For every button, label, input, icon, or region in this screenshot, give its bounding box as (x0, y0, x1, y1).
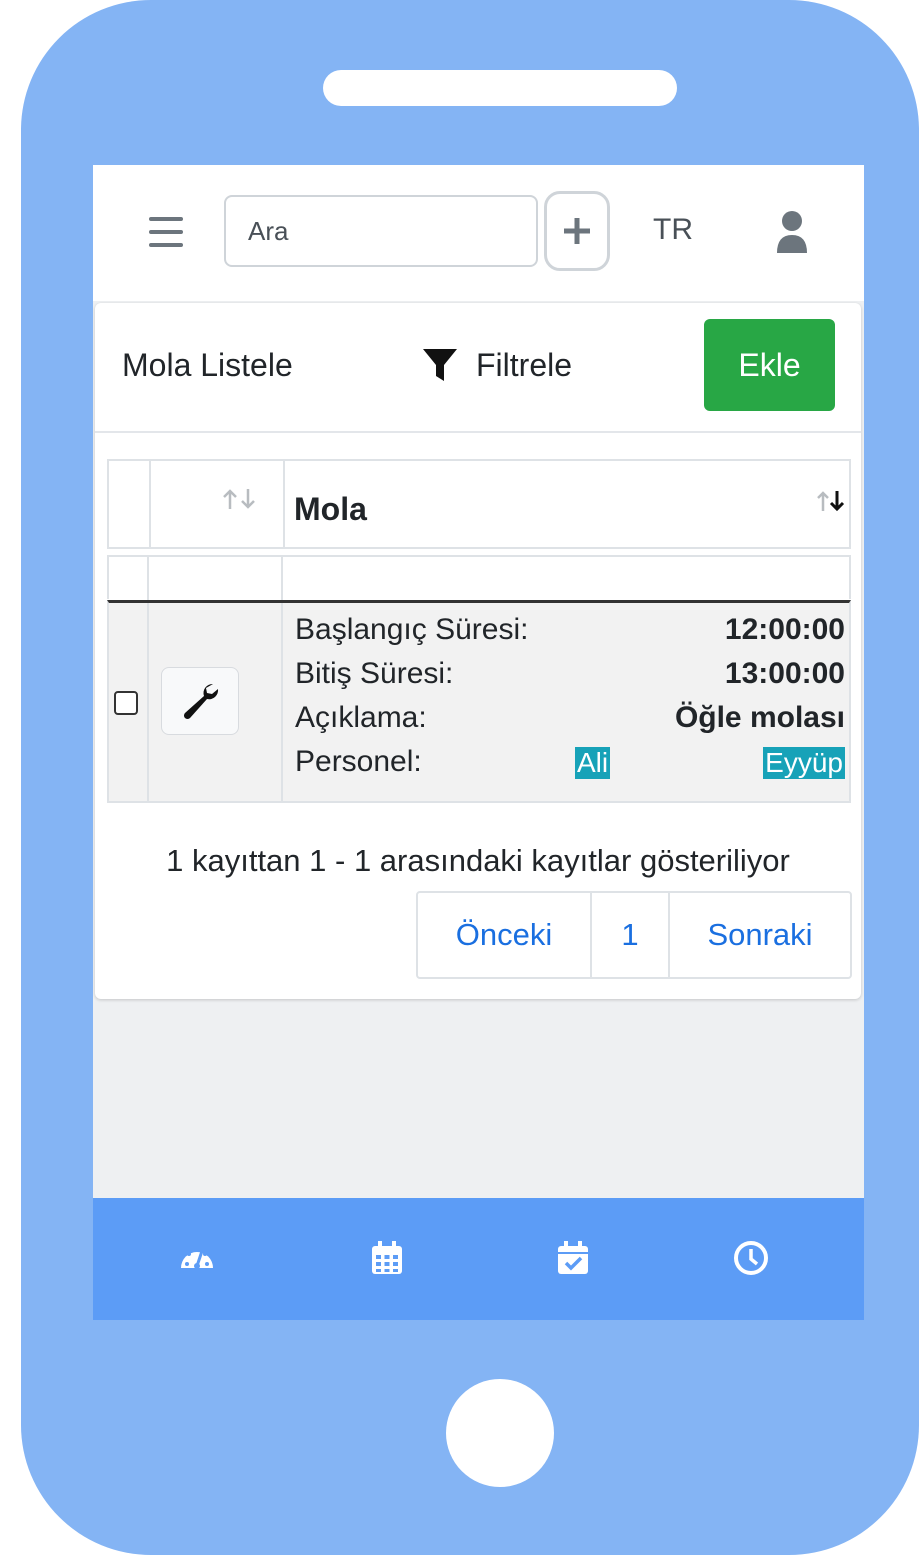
break-table: Mola Başlangıç Süresi: 12:00:00 Bitiş Sü… (107, 459, 851, 807)
detail-description: Açıklama: Öğle molası (295, 701, 845, 734)
detail-start: Başlangıç Süresi: 12:00:00 (295, 613, 845, 646)
pagination-info: 1 kayıttan 1 - 1 arasındaki kayıtlar gös… (166, 843, 790, 878)
page-number-button[interactable]: 1 (590, 893, 668, 977)
phone-home-button (446, 1379, 554, 1487)
clock-icon[interactable] (733, 1240, 769, 1276)
bottom-nav (93, 1198, 864, 1320)
calendar-icon[interactable] (369, 1240, 405, 1276)
filter-label: Filtrele (476, 346, 573, 383)
top-bar: TR (93, 165, 864, 301)
dashboard-icon[interactable] (179, 1240, 215, 1276)
user-icon[interactable] (775, 209, 809, 255)
filter-button[interactable]: Filtrele (420, 345, 572, 385)
add-search-button[interactable] (544, 191, 610, 271)
personnel-badge: Eyyüp (763, 747, 845, 779)
pagination: Önceki 1 Sonraki (416, 891, 852, 979)
page-title: Mola Listele (122, 347, 293, 383)
card-header: Mola Listele Filtrele Ekle (95, 303, 861, 433)
table-filter-row (107, 555, 851, 601)
plus-icon (564, 218, 590, 244)
phone-speaker (323, 70, 677, 106)
hamburger-icon[interactable] (149, 217, 183, 247)
previous-page-button[interactable]: Önceki (418, 893, 590, 977)
edit-button[interactable] (161, 667, 239, 735)
add-button[interactable]: Ekle (704, 319, 835, 411)
row-checkbox[interactable] (114, 691, 138, 715)
wrench-icon (183, 683, 219, 720)
column-header-mola[interactable]: Mola (294, 491, 367, 528)
language-selector[interactable]: TR (653, 213, 693, 247)
table-header-row: Mola (107, 459, 851, 549)
detail-end: Bitiş Süresi: 13:00:00 (295, 657, 845, 690)
app-screen: TR Mola Listele Filtrele Ekle (93, 165, 864, 1320)
break-list-card: Mola Listele Filtrele Ekle Mola Başlangı… (95, 303, 861, 999)
table-row: Başlangıç Süresi: 12:00:00 Bitiş Süresi:… (107, 600, 851, 803)
calendar-check-icon[interactable] (555, 1240, 591, 1276)
filter-icon (423, 349, 457, 381)
detail-personnel: Personel: Ali Eyyüp (295, 745, 845, 779)
personnel-badge: Ali (575, 747, 611, 779)
next-page-button[interactable]: Sonraki (668, 893, 850, 977)
sort-desc-icon[interactable] (815, 489, 847, 513)
sort-icon[interactable] (220, 487, 260, 511)
search-input[interactable] (224, 195, 538, 267)
